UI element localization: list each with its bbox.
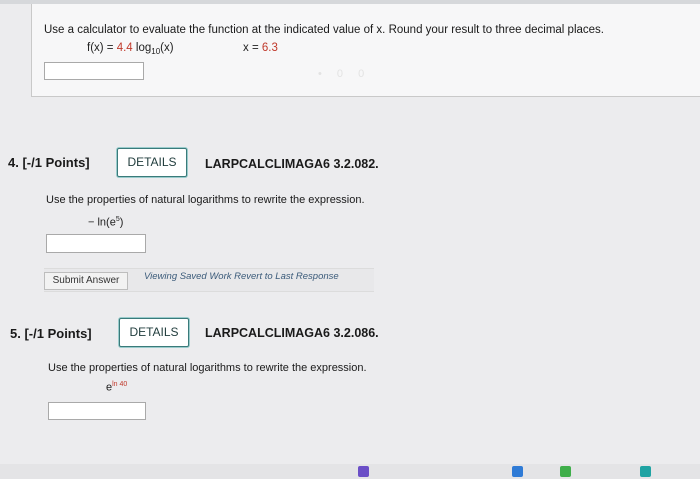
log-argument: (x) [160, 42, 174, 54]
function-coefficient: 4.4 [116, 42, 133, 54]
q5-instruction: Use the properties of natural logarithms… [48, 362, 367, 374]
submit-bar: Submit Answer Viewing Saved Work Revert … [44, 268, 374, 292]
expr-exponent: ln 40 [112, 381, 128, 388]
q3-instruction: Use a calculator to evaluate the functio… [44, 24, 604, 36]
q4-answer-input[interactable] [46, 234, 146, 253]
function-log: log [132, 42, 152, 54]
question-3-panel: Use a calculator to evaluate the functio… [31, 4, 700, 97]
expr-ln: ln(e [97, 216, 116, 229]
q4-number: 4. [8, 155, 19, 170]
green-app-icon[interactable] [560, 466, 571, 477]
x-lhs: x = [243, 42, 262, 54]
submit-answer-button[interactable]: Submit Answer [44, 272, 128, 290]
q3-answer-input[interactable] [44, 62, 144, 80]
q4-details-button[interactable]: DETAILS [117, 148, 187, 177]
q5-points: [-/1 Points] [24, 326, 92, 341]
teal-app-icon[interactable] [640, 466, 651, 477]
q4-expression: − ln(e5) [88, 216, 123, 229]
q5-answer-input[interactable] [48, 402, 146, 420]
purple-app-icon[interactable] [358, 466, 369, 477]
q5-header: 5. [-/1 Points] [10, 326, 92, 341]
blue-app-icon[interactable] [512, 466, 523, 477]
faint-marks: • 0 0 [318, 68, 371, 80]
q5-number: 5. [10, 326, 21, 341]
expr-close: ) [119, 216, 124, 229]
q4-points: [-/1 Points] [22, 155, 90, 170]
log-base: 10 [151, 47, 161, 56]
q5-details-button[interactable]: DETAILS [119, 318, 189, 347]
q3-function: f(x) = 4.4 log10(x) [87, 42, 174, 56]
q4-code: LARPCALCLIMAGA6 3.2.082. [205, 157, 379, 171]
q4-instruction: Use the properties of natural logarithms… [46, 194, 365, 206]
saved-work-note[interactable]: Viewing Saved Work Revert to Last Respon… [144, 271, 339, 282]
q3-x-value: x = 6.3 [243, 42, 278, 54]
taskbar [0, 464, 700, 479]
function-lhs: f(x) = [87, 42, 117, 54]
q4-header: 4. [-/1 Points] [8, 155, 90, 170]
q5-code: LARPCALCLIMAGA6 3.2.086. [205, 326, 379, 340]
x-number: 6.3 [261, 42, 278, 54]
q5-expression: eln 40 [106, 381, 127, 394]
